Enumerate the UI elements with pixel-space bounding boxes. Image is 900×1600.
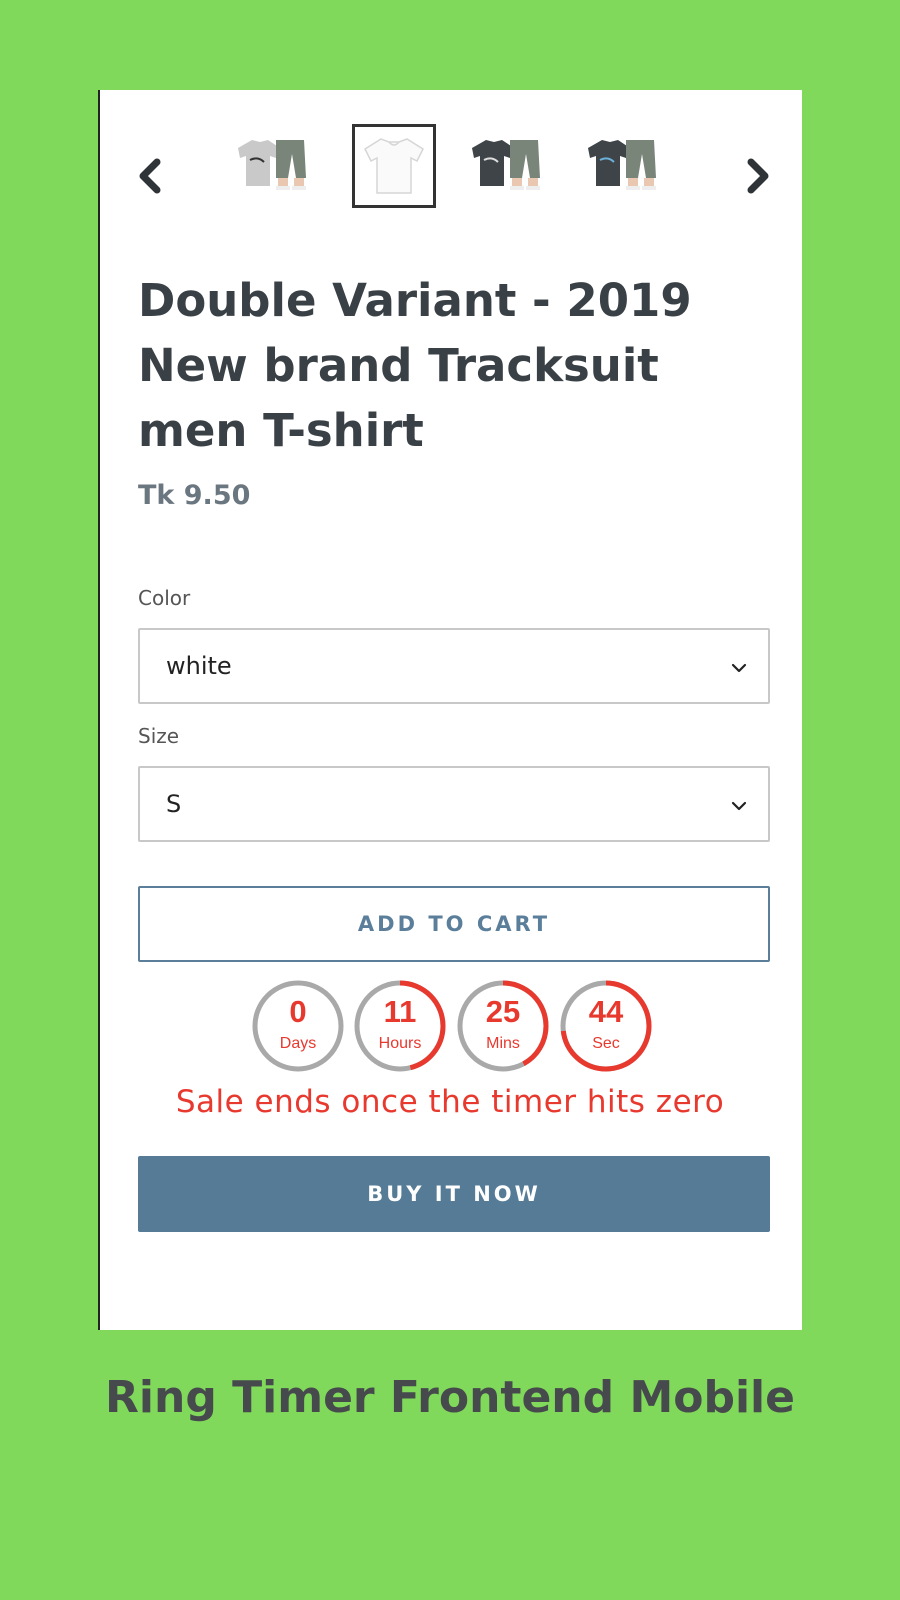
countdown-timer: 0 Days 11 Hours 25 Mins 44 Sec <box>250 978 654 1078</box>
timer-ring-mins: 25 Mins <box>455 978 551 1074</box>
color-label: Color <box>138 586 191 610</box>
timer-hours-value: 11 <box>383 994 417 1029</box>
buy-it-now-button[interactable]: BUY IT NOW <box>138 1156 770 1232</box>
timer-ring-days: 0 Days <box>250 978 346 1074</box>
thumbnail-1[interactable] <box>230 124 314 208</box>
timer-ring-hours: 11 Hours <box>352 978 448 1074</box>
timer-hours-label: Hours <box>378 1035 422 1052</box>
chevron-down-icon <box>731 663 747 673</box>
chevron-left-icon <box>139 158 161 194</box>
chevron-down-icon <box>731 801 747 811</box>
sale-message: Sale ends once the timer hits zero <box>175 1084 725 1120</box>
timer-sec-value: 44 <box>588 994 624 1029</box>
size-select[interactable]: S <box>138 766 770 842</box>
thumbnail-4[interactable] <box>580 124 664 208</box>
timer-mins-label: Mins <box>486 1035 520 1052</box>
gallery-next-button[interactable] <box>738 148 778 204</box>
color-select[interactable]: white <box>138 628 770 704</box>
product-card: Double Variant - 2019 New brand Tracksui… <box>98 90 802 1330</box>
gallery-prev-button[interactable] <box>130 148 170 204</box>
thumbnail-3[interactable] <box>464 124 548 208</box>
size-label: Size <box>138 724 180 748</box>
timer-days-value: 0 <box>289 994 307 1029</box>
timer-ring-sec: 44 Sec <box>558 978 654 1074</box>
add-to-cart-button[interactable]: ADD TO CART <box>138 886 770 962</box>
timer-sec-label: Sec <box>592 1035 620 1052</box>
thumbnail-2[interactable] <box>352 124 436 208</box>
chevron-right-icon <box>747 158 769 194</box>
product-title: Double Variant - 2019 New brand Tracksui… <box>138 274 692 457</box>
timer-mins-value: 25 <box>485 994 521 1029</box>
size-select-value: S <box>166 790 182 818</box>
product-price: Tk 9.50 <box>138 480 251 511</box>
page-caption: Ring Timer Frontend Mobile <box>105 1372 795 1423</box>
color-select-value: white <box>166 652 232 680</box>
timer-days-label: Days <box>279 1035 317 1052</box>
